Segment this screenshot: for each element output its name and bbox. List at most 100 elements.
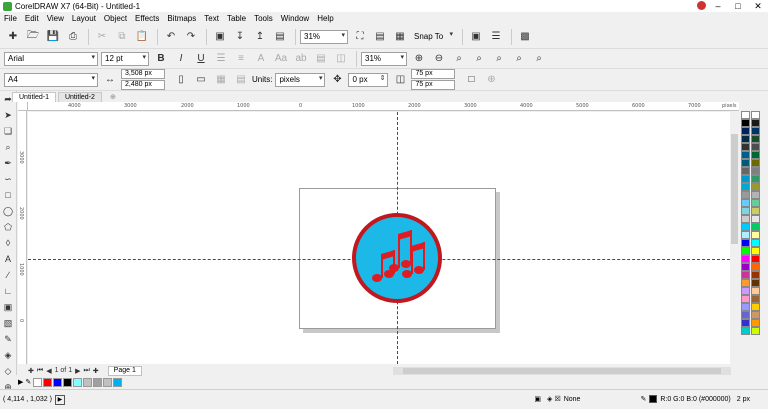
bold-icon[interactable]: B (152, 50, 170, 68)
previous-page-icon[interactable]: ◀ (46, 367, 51, 375)
paste-icon[interactable]: 📋 (133, 28, 151, 46)
artistic-media-icon[interactable]: ∽ (0, 171, 16, 187)
add-icon[interactable]: ⊕ (482, 71, 500, 89)
palette-swatch[interactable] (751, 111, 760, 119)
open-folder-icon[interactable]: 🗁 (24, 28, 42, 46)
palette-swatch[interactable] (741, 287, 750, 295)
all-pages-icon[interactable]: ▦ (212, 71, 230, 89)
menu-layout[interactable]: Layout (72, 14, 96, 23)
duplicate-x-field[interactable]: 75 px (411, 68, 456, 79)
palette-swatch[interactable] (751, 215, 760, 223)
redo-icon[interactable]: ↷ (182, 28, 200, 46)
palette-arrow-icon[interactable]: ▶ (18, 378, 23, 386)
zoom-selected-icon[interactable]: ⌕ (450, 50, 468, 68)
color-styles-icon[interactable]: ▣ (534, 395, 541, 403)
palette-swatch[interactable] (741, 247, 750, 255)
nudge-distance-field[interactable]: 0 px ⇕ (348, 72, 389, 87)
portrait-icon[interactable]: ▯ (172, 71, 190, 89)
palette-swatch[interactable] (751, 287, 760, 295)
palette-swatch[interactable] (751, 175, 760, 183)
play-icon[interactable]: ▶ (54, 394, 65, 405)
zoom-all-objects-icon[interactable]: ⌕ (470, 50, 488, 68)
palette-swatch[interactable] (751, 319, 760, 327)
smart-fill-icon[interactable]: ◇ (0, 363, 16, 379)
add-page-icon[interactable]: ✚ (28, 367, 34, 375)
tab-untitled-2[interactable]: Untitled-2 (57, 92, 102, 102)
full-screen-preview-icon[interactable]: ⛶ (351, 28, 369, 46)
palette-swatch[interactable] (741, 271, 750, 279)
options-icon[interactable]: ☰ (487, 28, 505, 46)
doc-swatch[interactable] (83, 377, 93, 387)
no-color-swatch[interactable] (33, 377, 43, 387)
import-icon[interactable]: ↧ (231, 28, 249, 46)
drawing-canvas[interactable] (28, 112, 730, 364)
music-notes-artwork[interactable] (351, 212, 443, 304)
menu-file[interactable]: File (4, 14, 17, 23)
snap-to-dropdown[interactable]: Snap To ▾ (411, 30, 455, 44)
page-height-field[interactable]: 2,480 px (121, 79, 165, 90)
horizontal-scrollbar[interactable] (393, 367, 731, 375)
print-icon[interactable]: ⎙ (64, 28, 82, 46)
vertical-text-icon[interactable]: ◫ (332, 50, 350, 68)
bullet-list-icon[interactable]: ≡ (232, 50, 250, 68)
palette-swatch[interactable] (741, 175, 750, 183)
palette-swatch[interactable] (751, 135, 760, 143)
menu-tools[interactable]: Tools (254, 14, 273, 23)
crop-tool-icon[interactable]: ❏ (0, 123, 16, 139)
close-button[interactable]: ✕ (748, 0, 768, 12)
polygon-tool-icon[interactable]: ⬠ (0, 219, 16, 235)
palette-swatch[interactable] (751, 191, 760, 199)
tab-untitled-1[interactable]: Untitled-1 (12, 92, 56, 102)
palette-swatch[interactable] (741, 303, 750, 311)
menu-effects[interactable]: Effects (135, 14, 159, 23)
palette-swatch[interactable] (751, 295, 760, 303)
text-alignment-icon[interactable]: ☰ (212, 50, 230, 68)
doc-swatch[interactable] (43, 377, 53, 387)
menu-text[interactable]: Text (204, 14, 219, 23)
palette-swatch[interactable] (751, 167, 760, 175)
drop-cap-icon[interactable]: A (252, 50, 270, 68)
ruler-origin[interactable] (18, 102, 28, 111)
palette-swatch[interactable] (741, 167, 750, 175)
palette-swatch[interactable] (751, 199, 760, 207)
doc-swatch[interactable] (53, 377, 63, 387)
palette-swatch[interactable] (751, 119, 760, 127)
current-page-icon[interactable]: ▤ (232, 71, 250, 89)
zoom-page-height-icon[interactable]: ⌕ (530, 50, 548, 68)
page-size-select[interactable]: A4 ▾ (4, 72, 98, 87)
doc-swatch[interactable] (73, 377, 83, 387)
palette-swatch[interactable] (741, 127, 750, 135)
vertical-ruler[interactable]: 3000 2000 1000 0 (18, 111, 27, 364)
palette-swatch[interactable] (751, 279, 760, 287)
edit-text-icon[interactable]: ab (292, 50, 310, 68)
no-color-swatch[interactable] (741, 111, 750, 119)
zoom-level-select[interactable]: 31% ▾ (300, 29, 348, 44)
palette-swatch[interactable] (751, 255, 760, 263)
copy-icon[interactable]: ⧉ (113, 28, 131, 46)
underline-icon[interactable]: U (192, 50, 210, 68)
palette-swatch[interactable] (751, 143, 760, 151)
zoom-tool-icon[interactable]: ⌕ (0, 139, 16, 155)
palette-swatch[interactable] (751, 239, 760, 247)
page-tab-1[interactable]: Page 1 (107, 365, 142, 376)
palette-swatch[interactable] (741, 295, 750, 303)
duplicate-y-field[interactable]: 75 px (411, 79, 456, 90)
rectangle-tool-icon[interactable]: □ (0, 187, 16, 203)
zoom-out-icon[interactable]: ⊖ (430, 50, 448, 68)
menu-table[interactable]: Table (227, 14, 246, 23)
text-properties-icon[interactable]: Aa (272, 50, 290, 68)
export-icon[interactable]: ↥ (251, 28, 269, 46)
artwork-circle[interactable] (352, 213, 442, 303)
save-icon[interactable]: 💾 (44, 28, 62, 46)
landscape-icon[interactable]: ▭ (192, 71, 210, 89)
menu-view[interactable]: View (47, 14, 64, 23)
doc-swatch[interactable] (63, 377, 73, 387)
menu-window[interactable]: Window (281, 14, 309, 23)
palette-swatch[interactable] (741, 215, 750, 223)
palette-swatch[interactable] (751, 223, 760, 231)
palette-swatch[interactable] (751, 311, 760, 319)
page-width-field[interactable]: 3,508 px (121, 68, 165, 79)
maximize-button[interactable]: □ (728, 0, 748, 12)
palette-swatch[interactable] (741, 279, 750, 287)
palette-swatch[interactable] (741, 191, 750, 199)
